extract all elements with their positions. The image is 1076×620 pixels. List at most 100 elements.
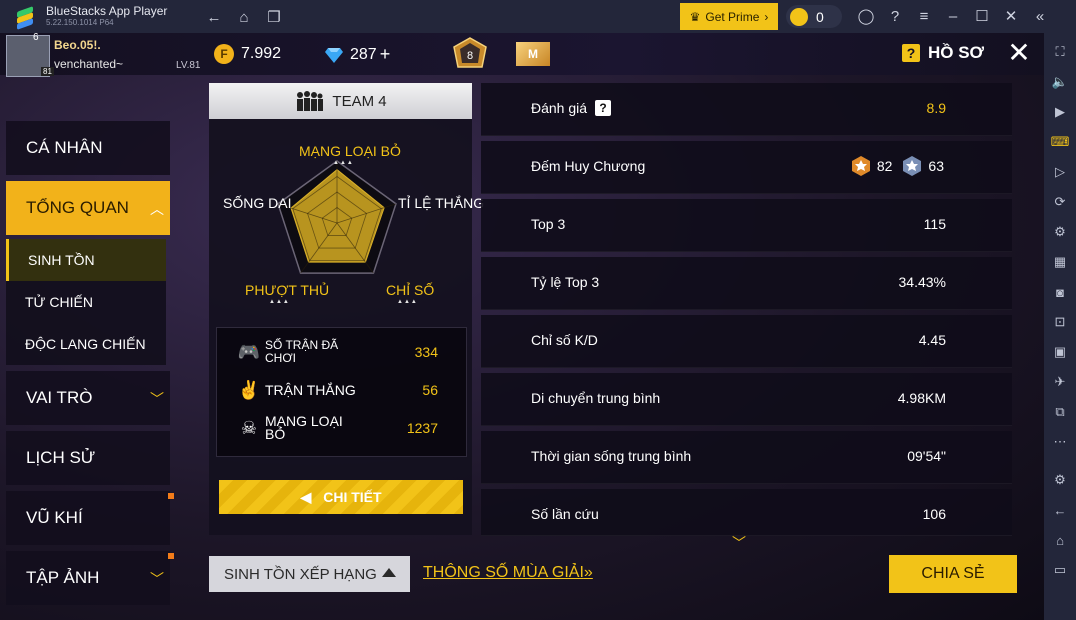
row-label: Đếm Huy Chương: [531, 158, 646, 174]
detail-button-label: CHI TIẾT: [323, 489, 382, 505]
copy-icon[interactable]: ⧉: [1049, 401, 1071, 423]
silver-medal-icon: [903, 156, 922, 176]
nav-vu-khi[interactable]: VŨ KHÍ: [6, 491, 170, 545]
keyboard-icon[interactable]: ⌨: [1049, 131, 1071, 153]
player-name: Beo.05!.: [54, 38, 101, 52]
row-label: Đánh giá: [531, 100, 588, 116]
home-icon[interactable]: ⌂: [234, 7, 254, 27]
add-diamond-icon[interactable]: +: [380, 44, 391, 65]
close-icon[interactable]: ✕: [1006, 39, 1032, 67]
back-icon[interactable]: ←: [1049, 499, 1071, 521]
row-avg-survival: Thời gian sống trung bình 09'54": [481, 431, 1012, 484]
collapse-sidebar-icon[interactable]: «: [1030, 6, 1050, 26]
stat-label: MẠNG LOẠI BỎ: [265, 413, 343, 442]
app-name: BlueStacks App Player: [46, 3, 168, 18]
double-chevron-right-icon: »: [583, 564, 593, 581]
stat-row-matches: 🎮 SỐ TRẬN ĐÃ CHƠI 334: [217, 334, 466, 370]
rank-number: 8: [467, 50, 473, 62]
detail-button[interactable]: ◀ CHI TIẾT: [219, 480, 463, 514]
fps-icon[interactable]: ▦: [1049, 251, 1071, 273]
info-question-icon[interactable]: ?: [595, 100, 612, 116]
season-stats-link[interactable]: THÔNG SỐ MÙA GIẢI»: [423, 564, 593, 582]
gold-medal-count: 82: [876, 158, 893, 174]
stat-label: SỐ TRẬN ĐÃ CHƠI: [265, 338, 339, 365]
media-icon[interactable]: ▣: [1049, 341, 1071, 363]
row-label: Di chuyển trung bình: [531, 390, 661, 406]
season-link-label: THÔNG SỐ MÙA GIẢI: [423, 564, 584, 581]
rotate-icon[interactable]: ⟳: [1049, 191, 1071, 213]
nav-tap-anh[interactable]: TẬP ẢNH ﹀: [6, 551, 170, 605]
nav-ca-nhan[interactable]: CÁ NHÂN: [6, 121, 170, 175]
macro-icon[interactable]: ⚙: [1049, 221, 1071, 243]
avatar-level: 81: [41, 67, 54, 76]
question-icon[interactable]: ?: [902, 44, 920, 62]
get-prime-button[interactable]: ♛ Get Prime ›: [680, 3, 778, 30]
airplane-icon[interactable]: ✈: [1049, 371, 1071, 393]
row-kd: Chỉ số K/D 4.45: [481, 315, 1012, 368]
row-avg-distance: Di chuyển trung bình 4.98KM: [481, 373, 1012, 426]
more-icon[interactable]: ⋯: [1049, 431, 1071, 453]
nav-sub-label: ĐỘC LANG CHIẾN: [25, 336, 146, 352]
rank-emblem-icon[interactable]: 8: [452, 37, 488, 71]
share-button-label: CHIA SẺ: [921, 565, 985, 582]
caret-up-icon: [382, 568, 396, 577]
squad-icon: [297, 91, 324, 111]
team-stats-panel: TEAM 4 MẠNG LOẠI BỎ ▲▲▲ TỈ LỆ THẮNG CHỈ …: [209, 83, 484, 535]
radar-label-chi-so: CHỈ SỐ: [386, 282, 435, 298]
chevron-down-icon: ﹀: [150, 571, 164, 587]
close-window-icon[interactable]: ✕: [1001, 6, 1021, 26]
row-value: 09'54": [907, 448, 946, 464]
bluestacks-side-toolbar: ⛶ 🔈 ▶ ⌨ ▷ ⟳ ⚙ ▦ ◙ ⊡ ▣ ✈ ⧉ ⋯ ⚙ ← ⌂ ▭: [1044, 33, 1076, 620]
notification-dot: [168, 493, 174, 499]
row-label: Top 3: [531, 216, 566, 232]
scroll-down-chevron-icon[interactable]: ﹀: [732, 533, 746, 553]
membership-badge[interactable]: M: [516, 42, 550, 66]
back-arrow-icon[interactable]: ←: [204, 7, 224, 27]
medal-counts: 82 63: [851, 155, 944, 177]
avatar[interactable]: 81: [6, 35, 54, 77]
coin-count: 0: [816, 8, 824, 25]
nav-lich-su[interactable]: LỊCH SỬ: [6, 431, 170, 485]
profile-header: ? HỒ SƠ: [902, 43, 984, 63]
multi-window-icon[interactable]: ❐: [264, 7, 284, 27]
settings-icon[interactable]: ⚙: [1049, 469, 1071, 491]
radar-label-song-dai: SỐNG DAI: [223, 195, 292, 211]
maximize-icon[interactable]: ☐: [972, 6, 992, 26]
record-icon[interactable]: ⊡: [1049, 311, 1071, 333]
player-subtitle: venchanted~: [54, 57, 124, 71]
share-button[interactable]: CHIA SẺ: [889, 555, 1017, 593]
minimize-icon[interactable]: –: [943, 6, 963, 26]
nav-tong-quan[interactable]: TỔNG QUAN ︿: [6, 181, 170, 235]
team-tab-label: TEAM 4: [332, 92, 387, 110]
pointer-icon[interactable]: ▶: [1049, 101, 1071, 123]
stat-label: TRẬN THẮNG: [265, 381, 356, 398]
nav-sub-doc-lang-chien[interactable]: ĐỘC LANG CHIẾN: [6, 323, 166, 365]
play-icon[interactable]: ▷: [1049, 161, 1071, 183]
screenshot-icon[interactable]: ◙: [1049, 281, 1071, 303]
volume-icon[interactable]: 🔈: [1049, 71, 1071, 93]
nav-sub-sinh-ton[interactable]: SINH TỒN: [6, 239, 166, 281]
stat-value: 334: [414, 344, 438, 360]
nav-vai-tro[interactable]: VAI TRÒ ﹀: [6, 371, 170, 425]
silver-medal-count: 63: [928, 158, 944, 174]
player-level: LV.81: [176, 60, 201, 71]
row-danh-gia: Đánh giá? 8.9: [481, 83, 1012, 136]
android-home-icon[interactable]: ⌂: [1049, 529, 1071, 551]
nav-sub-tu-chien[interactable]: TỬ CHIẾN: [6, 281, 166, 323]
team-tab[interactable]: TEAM 4: [209, 83, 472, 119]
account-icon[interactable]: ◯: [856, 6, 876, 26]
radar-chart: MẠNG LOẠI BỎ ▲▲▲ TỈ LỆ THẮNG CHỈ SỐ ▲▲▲ …: [209, 123, 484, 313]
row-label: Chỉ số K/D: [531, 332, 598, 348]
app-version: 5.22.150.1014 P64: [46, 17, 114, 27]
diamond-balance[interactable]: 287 +: [325, 44, 390, 65]
rating-dots-icon: ▲▲▲: [333, 160, 354, 166]
diamond-icon: [325, 47, 343, 63]
menu-icon[interactable]: ≡: [914, 6, 934, 26]
profile-title: HỒ SƠ: [928, 43, 985, 62]
coin-balance[interactable]: 0: [786, 5, 842, 28]
recent-apps-icon[interactable]: ▭: [1049, 559, 1071, 581]
row-value: 106: [922, 506, 946, 522]
fullscreen-icon[interactable]: ⛶: [1049, 41, 1071, 63]
help-icon[interactable]: ?: [885, 6, 905, 26]
mode-select[interactable]: SINH TỒN XẾP HẠNG: [209, 556, 410, 592]
